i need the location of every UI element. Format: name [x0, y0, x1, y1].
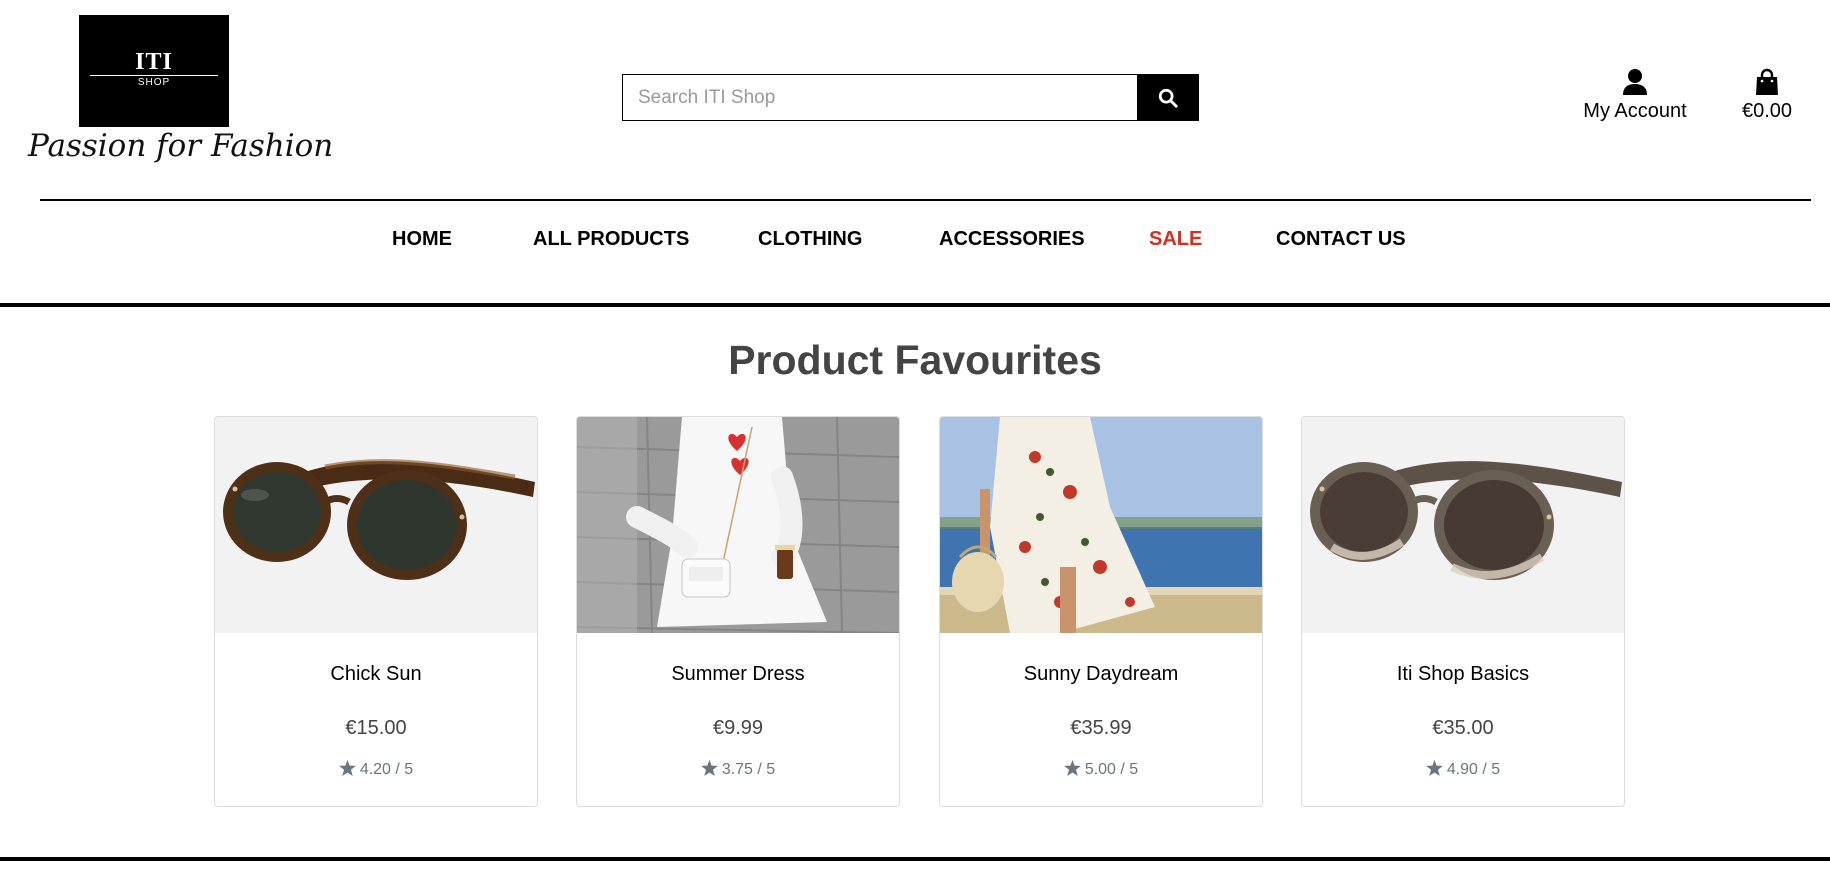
brand-tagline: Passion for Fashion — [28, 128, 334, 164]
my-account-label: My Account — [1583, 100, 1687, 122]
star-icon — [338, 760, 356, 776]
product-rating-value: 4.20 / 5 — [359, 761, 414, 778]
nav-all-products[interactable]: ALL PRODUCTS — [533, 228, 689, 251]
nav-accessories[interactable]: ACCESSORIES — [939, 228, 1085, 251]
shop-logo[interactable]: ITI SHOP — [79, 15, 229, 127]
nav-sale[interactable]: SALE — [1149, 228, 1202, 251]
product-name[interactable]: Sunny Daydream — [940, 663, 1262, 686]
nav-contact-us[interactable]: CONTACT US — [1276, 228, 1406, 251]
user-icon — [1623, 69, 1647, 95]
my-account-link[interactable]: My Account — [1572, 68, 1698, 123]
product-image[interactable] — [577, 417, 899, 633]
product-name[interactable]: Chick Sun — [215, 663, 537, 686]
main-navigation: HOME ALL PRODUCTS CLOTHING ACCESSORIES S… — [0, 228, 1830, 258]
shopping-bag-icon — [1756, 68, 1778, 95]
product-image[interactable] — [940, 417, 1262, 633]
footer-divider — [0, 857, 1830, 861]
nav-home[interactable]: HOME — [392, 228, 452, 251]
product-rating-value: 5.00 / 5 — [1084, 761, 1139, 778]
shopping-bag-link[interactable]: €0.00 — [1732, 68, 1802, 123]
product-rating: 4.90 / 5 — [1302, 760, 1624, 779]
header-divider — [40, 199, 1811, 201]
product-rating: 3.75 / 5 — [577, 760, 899, 779]
product-name[interactable]: Summer Dress — [577, 663, 899, 686]
product-rating-value: 3.75 / 5 — [721, 761, 776, 778]
product-image[interactable] — [1302, 417, 1624, 633]
star-icon — [700, 760, 718, 776]
bag-total: €0.00 — [1741, 100, 1793, 122]
product-price: €35.99 — [1070, 717, 1132, 739]
product-price: €15.00 — [345, 717, 407, 739]
product-image[interactable] — [215, 417, 537, 633]
search-icon — [1158, 88, 1178, 108]
product-card[interactable]: Iti Shop Basics €35.00 4.90 / 5 — [1301, 416, 1625, 807]
search-bar — [622, 74, 1199, 121]
product-price: €35.00 — [1432, 717, 1494, 739]
product-card[interactable]: Summer Dress €9.99 3.75 / 5 — [576, 416, 900, 807]
logo-sub-text: SHOP — [137, 77, 171, 88]
search-button[interactable] — [1137, 74, 1199, 121]
star-icon — [1063, 760, 1081, 776]
nav-clothing[interactable]: CLOTHING — [758, 228, 862, 251]
logo-main-text: ITI — [135, 49, 173, 75]
product-rating-value: 4.90 / 5 — [1446, 761, 1501, 778]
product-price: €9.99 — [712, 717, 764, 739]
section-title: Product Favourites — [728, 337, 1102, 383]
product-card[interactable]: Sunny Daydream €35.99 5.00 / 5 — [939, 416, 1263, 807]
product-rating: 4.20 / 5 — [215, 760, 537, 779]
product-name[interactable]: Iti Shop Basics — [1302, 663, 1624, 686]
section-divider — [0, 303, 1830, 307]
star-icon — [1425, 760, 1443, 776]
logo-divider — [90, 75, 218, 76]
product-card[interactable]: Chick Sun €15.00 4.20 / 5 — [214, 416, 538, 807]
search-input[interactable] — [622, 74, 1137, 121]
product-rating: 5.00 / 5 — [940, 760, 1262, 779]
